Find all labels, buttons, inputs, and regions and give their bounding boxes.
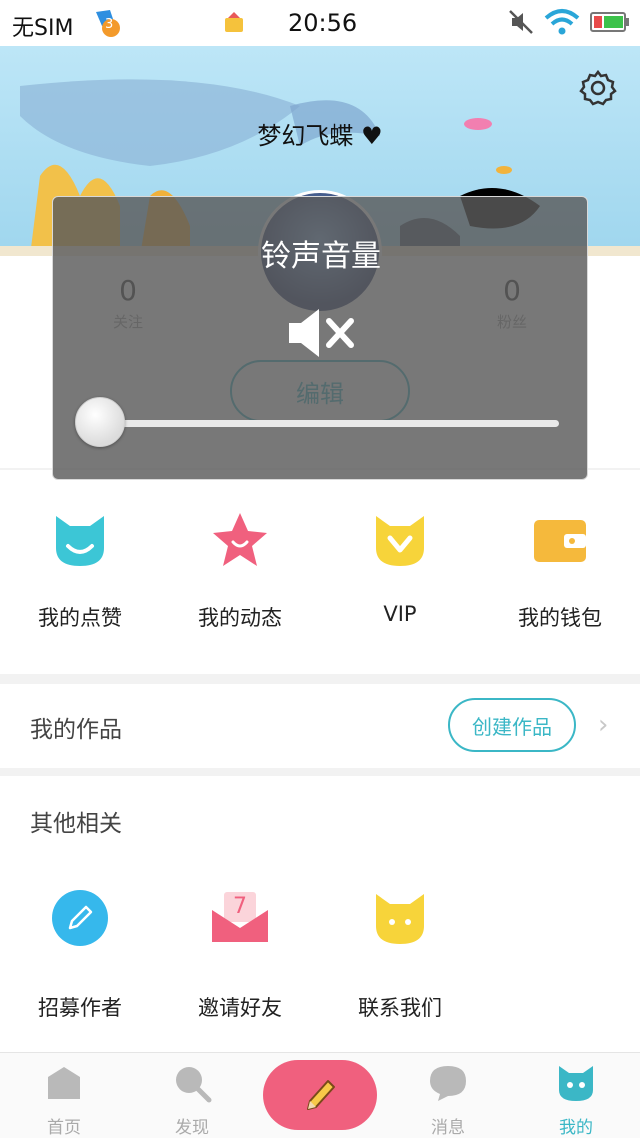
gear-icon[interactable] — [578, 68, 618, 108]
quick-item-label: VIP — [383, 602, 417, 626]
notification-count: 3 — [105, 17, 114, 32]
app-status-icon — [225, 12, 243, 32]
quick-item-label: 我的钱包 — [518, 606, 602, 630]
my-works-row[interactable]: 我的作品 创建作品 › — [0, 684, 640, 768]
others-item-recruit[interactable]: 招募作者 — [0, 888, 160, 1022]
wifi-icon — [544, 9, 580, 35]
star-icon — [213, 513, 267, 566]
quick-menu: 我的点赞 我的动态 VIP 我的钱包 — [0, 470, 640, 674]
create-post-button[interactable] — [263, 1060, 377, 1130]
others-item-label: 招募作者 — [38, 996, 122, 1020]
quick-item-label: 我的点赞 — [38, 606, 122, 630]
clock: 20:56 — [288, 9, 358, 37]
tab-label: 发现 — [175, 1118, 209, 1138]
pencil-icon — [52, 890, 108, 946]
cat-smile-icon — [56, 516, 104, 566]
status-icons — [508, 8, 630, 36]
tab-me[interactable]: 我的 — [526, 1063, 626, 1138]
tab-label: 首页 — [47, 1118, 81, 1138]
username: 梦幻飞蝶 ♥ — [0, 116, 640, 151]
pencil-icon — [307, 1080, 335, 1110]
others-section: 其他相关 招募作者 7 邀请好友 联系我们 — [0, 776, 640, 1052]
others-item-contact[interactable]: 联系我们 — [320, 888, 480, 1022]
quick-item-label: 我的动态 — [198, 606, 282, 630]
others-item-label: 联系我们 — [358, 996, 442, 1020]
others-item-invite[interactable]: 7 邀请好友 — [160, 888, 320, 1022]
envelope-icon: 7 — [212, 892, 268, 942]
tab-label: 我的 — [559, 1118, 593, 1138]
message-icon — [430, 1066, 466, 1101]
carrier-text: 无SIM — [12, 16, 74, 41]
others-item-label: 邀请好友 — [198, 996, 282, 1020]
tab-label: 消息 — [431, 1118, 465, 1138]
create-work-button[interactable]: 创建作品 — [448, 698, 576, 752]
quick-item-posts[interactable]: 我的动态 — [160, 510, 320, 632]
volume-overlay: 铃声音量 — [52, 196, 588, 480]
volume-slider-knob[interactable] — [75, 397, 125, 447]
invite-badge: 7 — [233, 894, 247, 919]
vip-cat-icon — [376, 516, 424, 566]
tab-discover[interactable]: 发现 — [142, 1063, 242, 1138]
chevron-right-icon[interactable]: › — [598, 710, 608, 740]
tab-messages[interactable]: 消息 — [398, 1063, 498, 1138]
my-works-title: 我的作品 — [30, 717, 122, 743]
heart-icon: ♥ — [361, 122, 383, 150]
status-bar: 无SIM 3 20:56 — [0, 0, 640, 46]
volume-slider-track[interactable] — [101, 420, 559, 427]
home-icon — [48, 1067, 80, 1099]
quick-item-vip[interactable]: VIP — [320, 510, 480, 626]
quick-item-likes[interactable]: 我的点赞 — [0, 510, 160, 632]
wallet-icon — [534, 520, 586, 562]
cat-contact-icon — [376, 894, 424, 944]
others-title: 其他相关 — [30, 811, 122, 837]
quick-item-wallet[interactable]: 我的钱包 — [480, 510, 640, 632]
volume-title: 铃声音量 — [261, 239, 381, 274]
username-text: 梦幻飞蝶 — [257, 122, 354, 150]
battery-icon — [590, 12, 629, 32]
tab-home[interactable]: 首页 — [14, 1063, 114, 1138]
mute-status-icon — [509, 10, 533, 34]
cat-profile-icon — [559, 1066, 593, 1101]
speaker-muted-icon — [289, 309, 354, 357]
search-icon — [176, 1067, 212, 1103]
